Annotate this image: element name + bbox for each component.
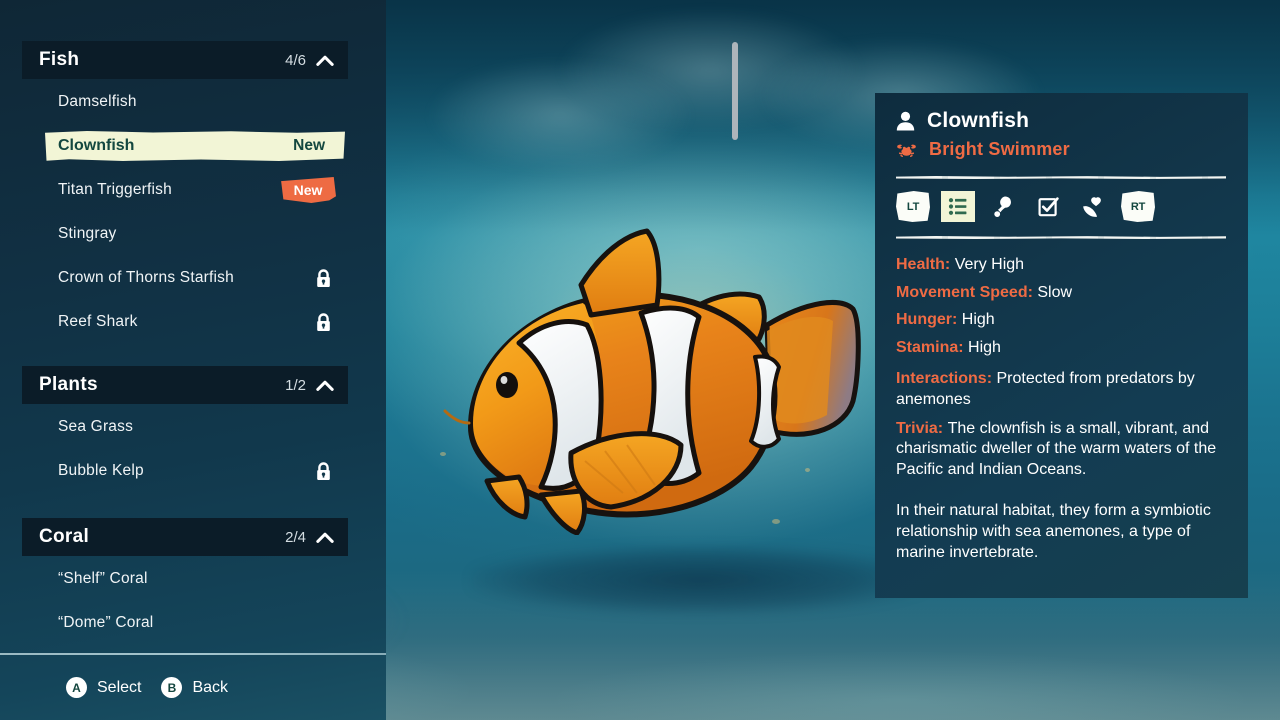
stat-row: Movement Speed: Slow [896, 283, 1226, 303]
category-header-fish[interactable]: Fish 4/6 [22, 41, 348, 79]
description-value: The clownfish is a small, vibrant, and c… [896, 419, 1217, 479]
background-light-cloud [430, 60, 690, 170]
category-count: 2/4 [285, 528, 306, 546]
clownfish-model [415, 205, 865, 536]
b-button-icon: B [161, 677, 183, 698]
lt-shoulder-button-icon: LT [896, 191, 930, 222]
stat-value: Very High [954, 256, 1025, 273]
creature-shadow [470, 545, 930, 615]
list-item-label: “Shelf” Coral [58, 570, 148, 587]
tab-care[interactable] [1076, 191, 1110, 222]
crab-icon [897, 144, 916, 157]
category-title: Plants [39, 374, 98, 395]
tab-lt-bumper[interactable]: LT [896, 191, 930, 222]
list-icon [948, 198, 967, 215]
panel-title: Clownfish [927, 109, 1030, 132]
creature-info-panel: Clownfish Bright Swimmer LT RT Health: V… [875, 93, 1248, 598]
a-button-icon: A [66, 677, 87, 698]
category-count: 1/2 [285, 376, 306, 394]
sidebar-scrollbar-thumb[interactable] [732, 42, 738, 140]
food-drumstick-icon [994, 196, 1011, 217]
category-count: 4/6 [285, 51, 306, 69]
checkbox-icon [1038, 197, 1059, 217]
tab-food[interactable] [986, 191, 1020, 222]
codex-sidebar: Fish 4/6 Damselfish Clownfish New Titan … [0, 0, 738, 720]
chevron-up-icon[interactable] [316, 55, 334, 66]
list-item-label: Reef Shark [58, 313, 138, 330]
stat-key: Hunger: [896, 311, 958, 329]
list-item-label: Crown of Thorns Starfish [58, 269, 234, 286]
stat-row: Hunger: High [896, 310, 1226, 330]
list-item[interactable]: Stingray [22, 220, 348, 248]
stat-value: High [968, 338, 1001, 356]
panel-title-row: Clownfish [896, 109, 1226, 133]
tab-info[interactable] [941, 191, 975, 222]
category-header-plants[interactable]: Plants 1/2 [22, 366, 348, 404]
game-screen: Fish 4/6 Damselfish Clownfish New Titan … [0, 0, 1280, 720]
stat-value: High [961, 311, 995, 329]
category-title: Fish [39, 49, 80, 70]
new-badge: New [281, 177, 336, 203]
chevron-up-icon[interactable] [316, 532, 334, 543]
stat-row: Health: Very High [896, 255, 1226, 275]
stats-list: Health: Very High Movement Speed: Slow H… [896, 255, 1226, 357]
lock-icon [317, 268, 330, 287]
stat-key: Movement Speed: [896, 283, 1033, 301]
stat-key: Stamina: [896, 338, 964, 356]
description-paragraph: In their natural habitat, they form a sy… [896, 502, 1211, 561]
list-item-locked[interactable]: Reef Shark [22, 308, 348, 336]
lt-label: LT [906, 200, 920, 213]
list-item-locked[interactable]: Crown of Thorns Starfish [22, 264, 348, 292]
tab-tasks[interactable] [1031, 191, 1065, 222]
list-item-label: Titan Triggerfish [58, 181, 172, 198]
list-item-label: Damselfish [58, 93, 137, 110]
description-row: Interactions: Protected from predators b… [896, 369, 1226, 411]
panel-subtitle-row: Bright Swimmer [896, 139, 1226, 160]
list-item-locked[interactable]: Bubble Kelp [22, 457, 348, 485]
prompt-label: Select [97, 678, 142, 696]
rt-label: RT [1130, 200, 1146, 213]
list-item-label: Sea Grass [58, 418, 134, 435]
description-key: Interactions: [896, 370, 993, 388]
description-row: Trivia: The clownfish is a small, vibran… [896, 419, 1226, 481]
list-item[interactable]: Sea Grass [22, 413, 348, 441]
tab-rt-bumper[interactable]: RT [1121, 191, 1155, 222]
category-header-coral[interactable]: Coral 2/4 [22, 518, 348, 556]
prompt-back[interactable]: B Back [161, 677, 228, 698]
stat-key: Health: [896, 256, 951, 273]
list-item-label: Bubble Kelp [58, 462, 144, 479]
list-item-selected[interactable]: Clownfish New [45, 131, 345, 161]
category-title: Coral [39, 526, 90, 547]
list-item[interactable]: Damselfish [22, 88, 348, 116]
stat-row: Stamina: High [896, 338, 1226, 358]
button-prompt-bar: A Select B Back [0, 655, 386, 720]
lock-icon [317, 312, 330, 331]
chevron-up-icon[interactable] [316, 380, 334, 391]
panel-subtitle: Bright Swimmer [929, 139, 1070, 159]
panel-tab-bar: LT RT [896, 191, 1226, 222]
list-item-label: “Dome” Coral [58, 614, 154, 631]
heart-hand-icon [1082, 196, 1101, 217]
rt-shoulder-button-icon: RT [1121, 191, 1155, 222]
list-item[interactable]: “Dome” Coral [22, 609, 348, 637]
list-item[interactable]: “Shelf” Coral [22, 565, 348, 593]
divider-top [896, 176, 1226, 179]
sidebar-scrollbar[interactable] [366, 42, 738, 654]
sidebar-scroll-area[interactable]: Fish 4/6 Damselfish Clownfish New Titan … [0, 0, 386, 654]
prompt-select[interactable]: A Select [66, 677, 141, 698]
description-key: Trivia: [896, 419, 944, 437]
new-badge-label: New [293, 182, 323, 198]
person-icon [896, 111, 915, 131]
stat-value: Slow [1037, 283, 1073, 301]
divider-bottom [896, 236, 1226, 239]
new-label: New [293, 137, 325, 154]
lock-icon [317, 461, 330, 480]
prompt-label: Back [192, 678, 229, 696]
list-item-label: Stingray [58, 225, 117, 242]
list-item-label: Clownfish [58, 137, 135, 154]
